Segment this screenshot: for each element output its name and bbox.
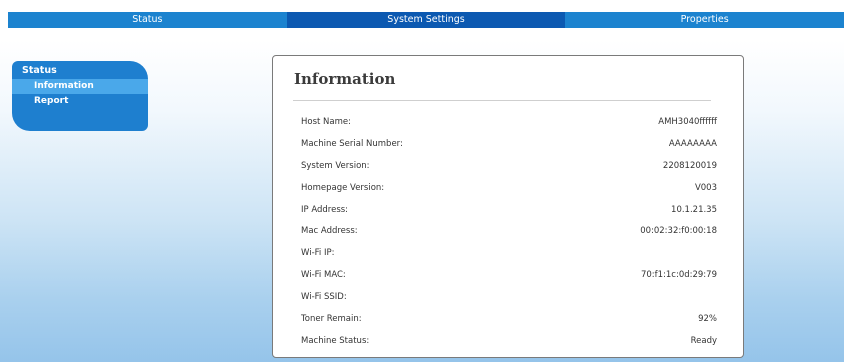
info-value: 10.1.21.35 (671, 204, 717, 215)
information-panel: Information Host Name: AMH3040ffffff Mac… (272, 55, 744, 358)
sidebar-item-information[interactable]: Information (12, 79, 148, 94)
info-label: Homepage Version: (301, 182, 385, 193)
info-value: Ready (690, 335, 717, 346)
info-row-host-name: Host Name: AMH3040ffffff (301, 111, 717, 133)
info-row-mac-address: Mac Address: 00:02:32:f0:00:18 (301, 220, 717, 242)
info-label: Wi-Fi MAC: (301, 270, 346, 281)
info-value: 92% (698, 313, 717, 324)
info-row-machine-status: Machine Status: Ready (301, 330, 717, 352)
top-nav: Status System Settings Properties (8, 12, 844, 28)
info-value: 2208120019 (662, 160, 717, 171)
tab-properties[interactable]: Properties (565, 12, 844, 28)
info-value: 00:02:32:f0:00:18 (640, 226, 717, 237)
info-value: AMH3040ffffff (658, 116, 717, 127)
info-value: V003 (694, 182, 717, 193)
info-value: AAAAAAAA (668, 138, 717, 149)
tab-status[interactable]: Status (8, 12, 287, 28)
info-row-ip-address: IP Address: 10.1.21.35 (301, 199, 717, 221)
info-label: Host Name: (301, 116, 351, 127)
info-row-toner-remain: Toner Remain: 92% (301, 308, 717, 330)
info-row-wifi-mac: Wi-Fi MAC: 70:f1:1c:0d:29:79 (301, 264, 717, 286)
info-table: Host Name: AMH3040ffffff Machine Serial … (301, 111, 717, 352)
title-divider (293, 100, 711, 101)
info-label: Machine Status: (301, 335, 370, 346)
info-value: 70:f1:1c:0d:29:79 (640, 270, 717, 281)
info-row-serial-number: Machine Serial Number: AAAAAAAA (301, 133, 717, 155)
sidebar-item-report[interactable]: Report (12, 94, 148, 109)
info-label: IP Address: (301, 204, 349, 215)
sidebar: Status Information Report (12, 61, 148, 131)
info-label: Wi-Fi SSID: (301, 292, 347, 303)
tab-system-settings[interactable]: System Settings (286, 12, 566, 28)
info-row-wifi-ip: Wi-Fi IP: (301, 242, 717, 264)
info-label: Machine Serial Number: (301, 138, 403, 149)
info-label: Wi-Fi IP: (301, 248, 335, 259)
panel-title: Information (294, 70, 396, 88)
info-label: Toner Remain: (301, 313, 362, 324)
info-row-system-version: System Version: 2208120019 (301, 155, 717, 177)
info-row-wifi-ssid: Wi-Fi SSID: (301, 286, 717, 308)
info-label: Mac Address: (301, 226, 358, 237)
info-label: System Version: (301, 160, 370, 171)
info-row-homepage-version: Homepage Version: V003 (301, 177, 717, 199)
sidebar-title: Status (22, 65, 57, 76)
